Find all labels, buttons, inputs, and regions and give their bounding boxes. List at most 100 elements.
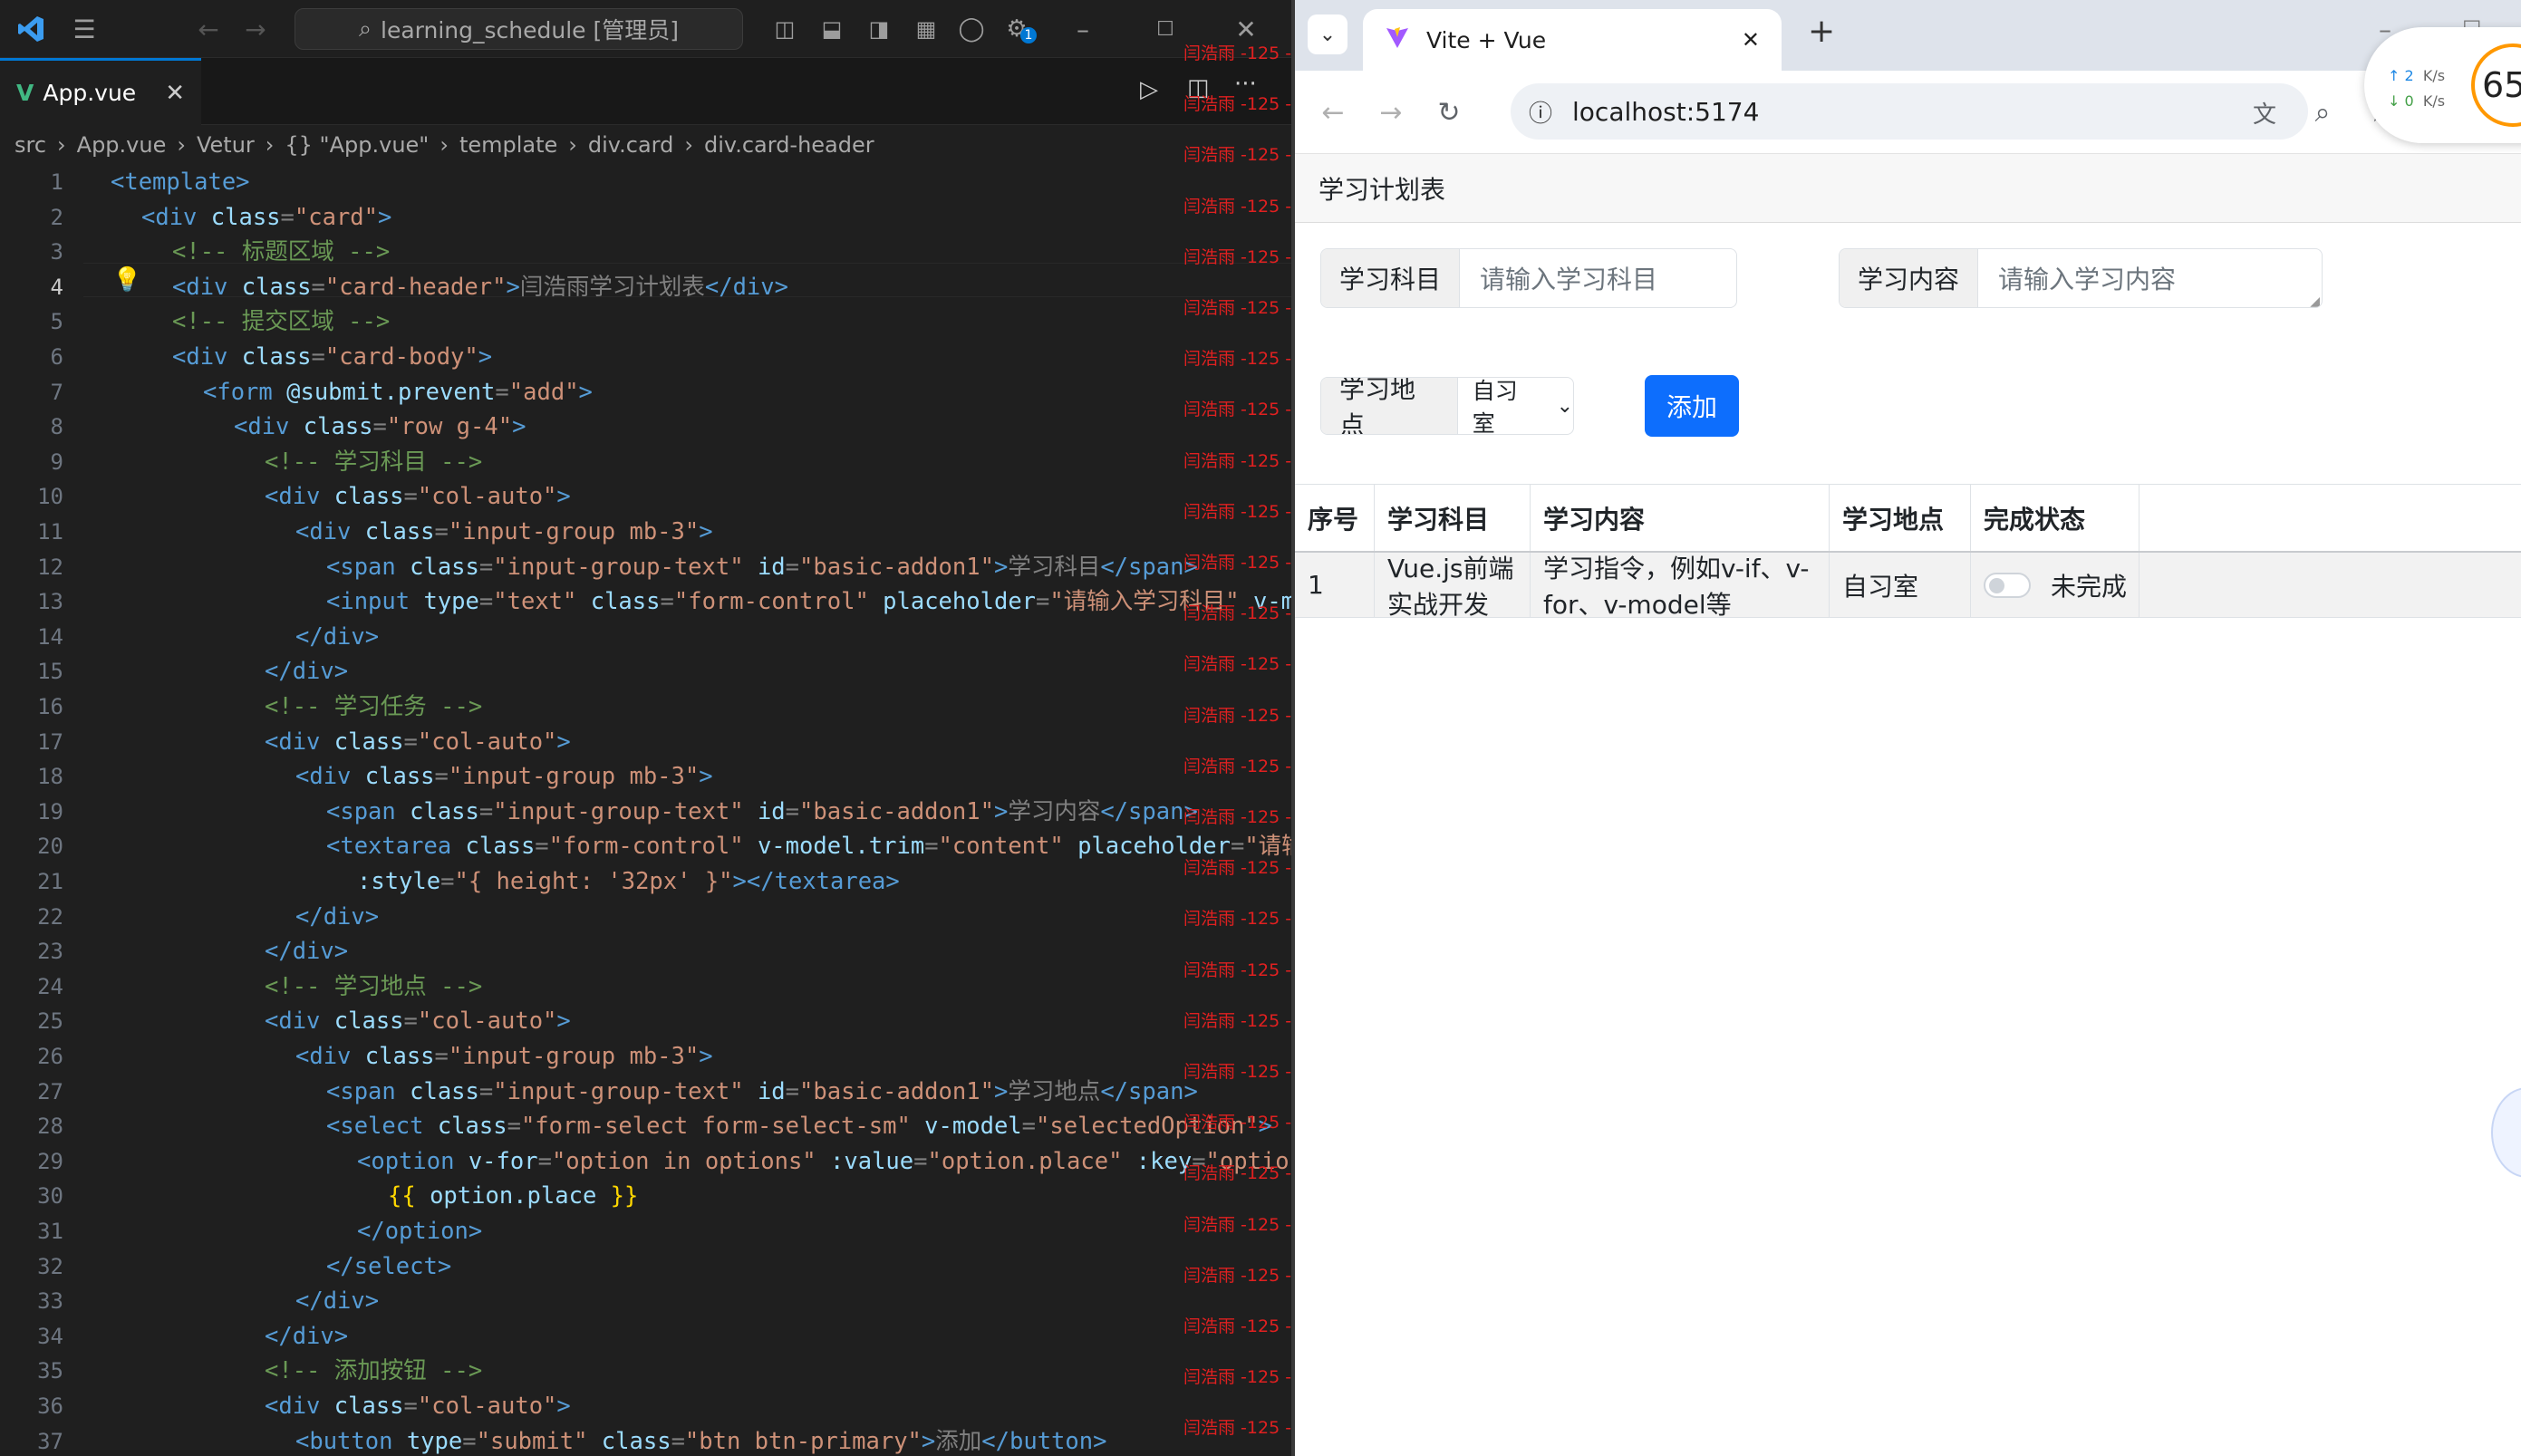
resize-handle-icon[interactable]: ◢ — [2310, 294, 2320, 307]
breadcrumb-item[interactable]: App.vue — [77, 132, 167, 158]
code-line: </div> — [295, 902, 380, 930]
code-line: <input type="text" class="form-control" … — [326, 588, 1291, 616]
vite-logo-icon — [1385, 24, 1410, 55]
toggle-secondary-sidebar-icon[interactable]: ◨ — [861, 13, 897, 45]
line-number: 10 — [37, 484, 63, 510]
place-label: 学习地点 — [1321, 378, 1458, 434]
content-label: 学习内容 — [1840, 249, 1979, 307]
code-line: </div> — [295, 1287, 380, 1316]
account-icon[interactable]: ◯ — [953, 13, 990, 45]
lightbulb-icon[interactable]: 💡 — [112, 267, 141, 293]
code-line: <textarea class="form-control" v-model.t… — [326, 833, 1291, 861]
code-line: <div class="card"> — [141, 203, 392, 231]
place-select[interactable]: 自习室 ⌄ — [1458, 378, 1573, 434]
breadcrumb-separator-icon: › — [177, 132, 186, 158]
toggle-sidebar-icon[interactable]: ◫ — [767, 13, 803, 45]
breadcrumb-item[interactable]: div.card — [588, 132, 673, 158]
close-browser-tab-icon[interactable]: ✕ — [1742, 27, 1760, 53]
translate-icon[interactable]: 文 — [2243, 91, 2286, 134]
code-line: <!-- 学习科目 --> — [265, 448, 483, 476]
line-number: 26 — [37, 1044, 63, 1069]
customize-layout-icon[interactable]: ▦ — [908, 13, 944, 45]
chevron-down-icon: ⌄ — [1556, 394, 1573, 418]
menu-icon[interactable]: ☰ — [63, 13, 105, 45]
line-number: 31 — [37, 1219, 63, 1244]
minimize-icon[interactable]: – — [1065, 13, 1101, 45]
line-number: 23 — [37, 939, 63, 965]
vscode-logo-icon — [13, 13, 49, 45]
browser-toolbar: ← → ↻ ⓘ localhost:5174 文 ⌕ ☆ ● — [1295, 71, 2521, 154]
code-line: <div class="card-header">闫浩雨学习计划表</div> — [172, 273, 788, 301]
command-center-search[interactable]: ⌕ learning_schedule [管理员] — [295, 8, 743, 50]
status-toggle[interactable] — [1984, 572, 2031, 598]
line-number: 14 — [37, 623, 63, 650]
code-line: <select class="form-select form-select-s… — [326, 1113, 1273, 1141]
line-number: 20 — [37, 834, 63, 860]
toggle-panel-icon[interactable]: ⬓ — [814, 13, 850, 45]
reload-icon[interactable]: ↻ — [1427, 91, 1471, 134]
breadcrumb: src › App.vue › Vetur › {} "App.vue" › template ›… — [0, 125, 1291, 165]
add-button[interactable]: 添加 — [1645, 375, 1739, 437]
floating-assistant-bubble[interactable] — [2491, 1087, 2521, 1178]
line-number: 6 — [50, 344, 63, 370]
line-number: 12 — [37, 554, 63, 580]
browser-tab-vite-vue[interactable]: Vite + Vue ✕ — [1363, 9, 1782, 71]
site-info-icon[interactable]: ⓘ — [1529, 95, 1552, 129]
breadcrumb-separator-icon: › — [57, 132, 66, 158]
line-number: 29 — [37, 1148, 63, 1174]
line-number: 5 — [50, 309, 63, 335]
content-textarea[interactable]: 请输入学习内容 ◢ — [1978, 249, 2322, 307]
line-number: 7 — [50, 379, 63, 405]
more-actions-icon[interactable]: ··· — [1234, 71, 1257, 98]
breadcrumb-item[interactable]: Vetur — [197, 132, 255, 158]
zoom-icon[interactable]: ⌕ — [2301, 91, 2344, 134]
line-number: 37 — [37, 1428, 63, 1454]
back-arrow-icon[interactable]: ← — [190, 13, 227, 45]
breadcrumb-item[interactable]: src — [14, 132, 46, 158]
tab-app-vue[interactable]: V App.vue ✕ — [0, 58, 201, 125]
code-line: <div class="col-auto"> — [265, 728, 571, 756]
code-line: <!-- 学习地点 --> — [265, 972, 483, 1000]
code-line: <form @submit.prevent="add"> — [203, 378, 593, 406]
split-editor-icon[interactable]: ◫ — [1187, 74, 1210, 101]
new-tab-icon[interactable]: + — [1808, 13, 1835, 50]
line-number: 34 — [37, 1323, 63, 1349]
breadcrumb-separator-icon: › — [439, 132, 449, 158]
subject-input-group: 学习科目 请输入学习科目 — [1320, 248, 1737, 308]
address-bar[interactable]: ⓘ localhost:5174 — [1511, 83, 2308, 140]
vue-file-icon: V — [16, 80, 34, 106]
cell-content: 学习指令，例如v-if、v-for、v-model等 — [1531, 553, 1830, 620]
breadcrumb-item[interactable]: div.card-header — [704, 132, 874, 158]
code-line: <div class="card-body"> — [172, 343, 493, 371]
browser-forward-icon[interactable]: → — [1369, 91, 1413, 134]
speed-meter: 65 — [2471, 43, 2521, 127]
place-selected-value: 自习室 — [1472, 378, 1518, 435]
close-tab-icon[interactable]: ✕ — [165, 80, 185, 107]
browser-tabstrip: ⌄ Vite + Vue ✕ + – ☐ — [1295, 0, 2521, 71]
subject-input[interactable]: 请输入学习科目 — [1460, 249, 1657, 307]
browser-back-icon[interactable]: ← — [1311, 91, 1355, 134]
breadcrumb-item[interactable]: template — [459, 132, 557, 158]
code-editor[interactable]: 💡 1 <template> 2 <div class="card"> 3 <!-- 标题… — [0, 165, 1291, 1456]
code-line: <!-- 学习任务 --> — [265, 693, 483, 720]
run-icon[interactable]: ▷ — [1140, 76, 1158, 103]
content-input-group: 学习内容 请输入学习内容 ◢ — [1839, 248, 2323, 308]
close-window-icon[interactable]: ✕ — [1228, 13, 1264, 45]
gear-badge: 1 — [1020, 27, 1037, 43]
line-number: 24 — [37, 973, 63, 999]
cell-index: 1 — [1295, 553, 1375, 617]
manage-gear-icon[interactable]: ⚙ 1 — [999, 13, 1037, 45]
breadcrumb-item[interactable]: {} "App.vue" — [285, 132, 429, 158]
line-number: 36 — [37, 1393, 63, 1419]
upload-speed: ↑ 2 K/s — [2388, 67, 2446, 84]
forward-arrow-icon[interactable]: → — [237, 13, 274, 45]
code-line: <template> — [111, 169, 250, 196]
tab-search-icon[interactable]: ⌄ — [1308, 14, 1347, 54]
code-line: <span class="input-group-text" id="basic… — [326, 553, 1198, 581]
table-row: 1 Vue.js前端实战开发 学习指令，例如v-if、v-for、v-model… — [1295, 553, 2521, 620]
line-number: 1 — [50, 169, 63, 195]
maximize-icon[interactable]: ☐ — [1147, 13, 1183, 45]
browser-window: ⌄ Vite + Vue ✕ + – ☐ ← → ↻ ⓘ localhost:5… — [1295, 0, 2521, 1456]
line-number: 8 — [50, 414, 63, 440]
code-line: <button type="submit" class="btn btn-pri… — [295, 1427, 1107, 1455]
